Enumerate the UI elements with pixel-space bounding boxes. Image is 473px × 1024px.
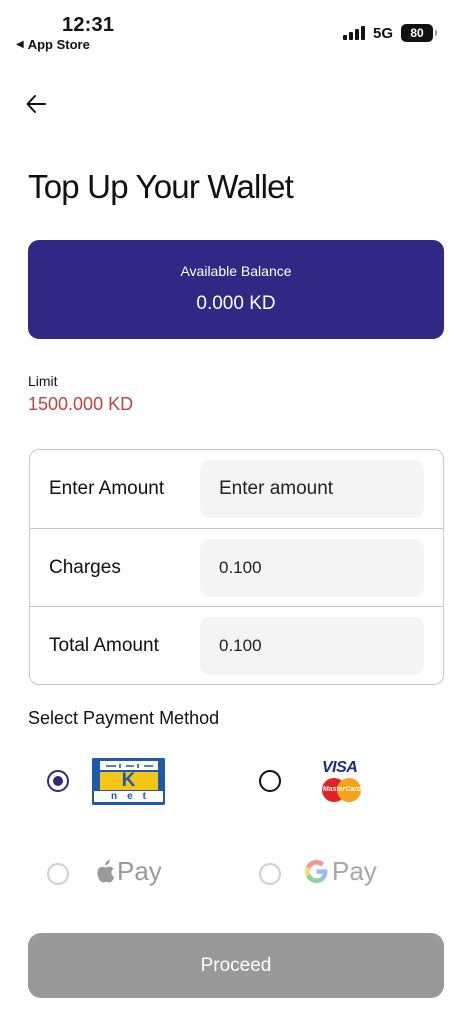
mastercard-text: MasterCard [322,786,362,793]
battery-level: 80 [410,26,424,40]
page-title: Top Up Your Wallet [28,168,294,205]
limit-label: Limit [28,373,58,389]
payment-method-title: Select Payment Method [28,708,220,728]
visa-text: VISA [322,759,358,776]
back-app-label: App Store [27,37,90,52]
visa-mastercard-logo[interactable]: VISA MasterCard [320,759,364,803]
arrow-left-icon [26,95,46,113]
apple-pay-text: Pay [117,856,162,886]
amount-table: Enter Amount Charges 0.100 Total Amount … [29,449,444,685]
charges-value: 0.100 [200,539,424,597]
google-g-icon [305,860,328,883]
status-indicators: 5G 80 [342,24,437,42]
status-bar: 12:31 ◀ App Store 5G 80 [0,0,473,60]
total-amount-value: 0.100 [200,617,424,675]
limit-value: 1500.000 KD [28,394,134,414]
radio-card[interactable] [259,770,281,792]
radio-knet[interactable] [47,770,69,792]
network-type: 5G [372,24,393,42]
balance-label: Available Balance [180,263,292,279]
knet-letter: K [121,770,136,791]
google-pay-text: Pay [332,856,377,886]
knet-logo[interactable]: K net [92,758,165,805]
signal-icon [342,26,365,40]
charges-row: Charges 0.100 [30,528,443,606]
apple-icon [97,859,115,883]
back-triangle-icon: ◀ [16,39,24,50]
enter-amount-label: Enter Amount [49,478,165,499]
back-button[interactable] [20,88,52,120]
battery-icon: 80 [401,24,437,42]
status-time: 12:31 [62,14,115,36]
total-amount-label: Total Amount [49,635,159,656]
proceed-button[interactable]: Proceed [28,933,444,998]
back-to-app-store[interactable]: ◀ App Store [16,37,90,52]
enter-amount-row: Enter Amount [30,450,443,528]
knet-text: net [111,791,156,802]
radio-apple-pay[interactable] [47,863,69,885]
radio-google-pay[interactable] [259,863,281,885]
total-amount-row: Total Amount 0.100 [30,606,443,684]
balance-card: Available Balance 0.000 KD [28,240,444,339]
apple-pay-logo[interactable]: Pay [95,856,162,887]
charges-label: Charges [49,557,121,578]
google-pay-logo[interactable]: Pay [304,856,377,887]
balance-value: 0.000 KD [196,293,276,314]
enter-amount-input[interactable] [200,460,424,518]
